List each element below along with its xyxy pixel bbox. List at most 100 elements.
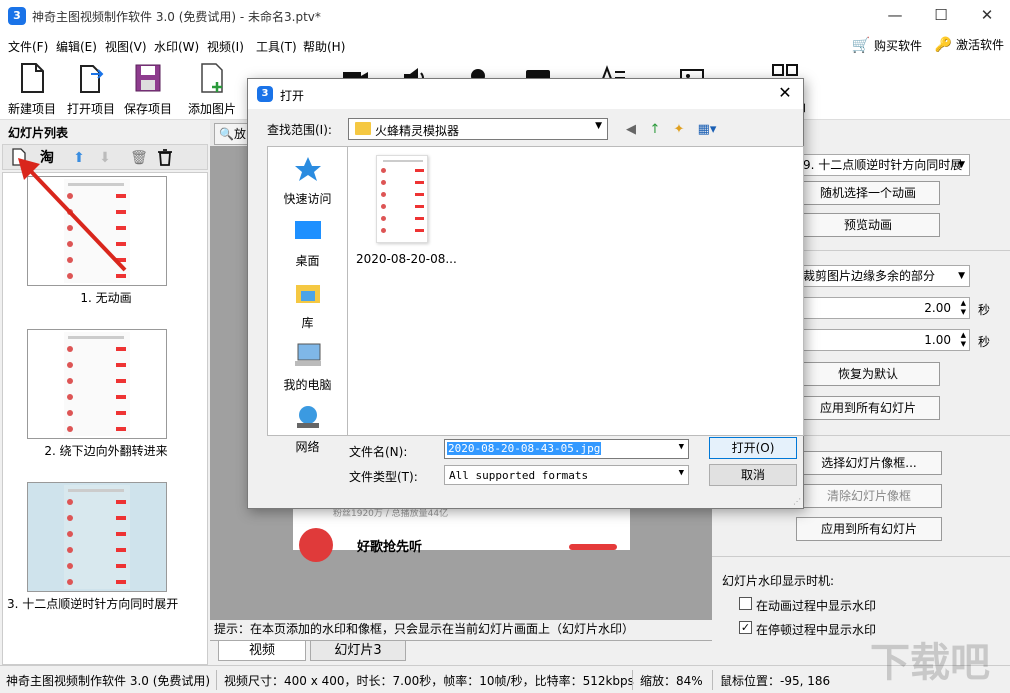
menu-edit[interactable]: 编辑(E) [56, 38, 97, 55]
place-label: 快速访问 [283, 192, 332, 206]
filetype-select[interactable]: All supported formats ▼ [444, 465, 689, 485]
spin-arrows-icon[interactable]: ▲ ▼ [961, 331, 966, 349]
open-button[interactable]: 打开(O) [709, 437, 797, 459]
back-icon[interactable]: ◀ [622, 121, 640, 139]
preview-tab-label: 放 [233, 127, 246, 141]
resize-grip-icon[interactable]: ⋰ [793, 497, 801, 506]
crop-mode-value: 裁剪图片边缘多余的部分 [803, 269, 936, 283]
add-image-button[interactable]: 添加图片 [182, 62, 242, 117]
restore-default-button[interactable]: 恢复为默认 [796, 362, 940, 386]
maximize-button[interactable]: ☐ [918, 0, 964, 32]
hint-text: 提示：在本页添加的水印和像框，只会显示在当前幻灯片画面上（幻灯片水印） [214, 622, 635, 636]
show-in-animation-label: 在动画过程中显示水印 [756, 599, 877, 613]
cancel-button[interactable]: 取消 [709, 464, 797, 486]
cart-icon: 🛒 [851, 36, 871, 54]
tab-slide3[interactable]: 幻灯片3 [310, 641, 406, 661]
duration-stepper-2[interactable]: 1.00 ▲ ▼ [798, 329, 970, 351]
star-icon [294, 157, 321, 181]
look-in-label: 查找范围(I): [267, 123, 332, 137]
activate-label: 激活软件 [955, 38, 1004, 52]
place-library[interactable]: 库 [268, 279, 347, 331]
add-image-label: 添加图片 [187, 102, 236, 116]
file-thumbnail[interactable] [376, 155, 428, 243]
slide-thumbnail-3[interactable] [27, 482, 167, 592]
open-file-dialog: 3 打开 ✕ 查找范围(I): 火蜂精灵模拟器 ▼ ◀ ↑ ✦ ▦▾ 快速访问 … [247, 78, 804, 509]
filename-input[interactable]: 2020-08-20-08-43-05.jpg ▼ [444, 439, 689, 459]
apply-all-slides-button[interactable]: 应用到所有幻灯片 [796, 396, 940, 420]
animation-select[interactable]: 9. 十二点顺逆时针方向同时展 ▼ [798, 154, 970, 176]
view-menu-icon[interactable]: ▦▾ [694, 121, 720, 139]
place-quick-access[interactable]: 快速访问 [268, 155, 347, 207]
slide-thumbnail-2[interactable] [27, 329, 167, 439]
app-icon: 3 [8, 7, 26, 25]
save-project-label: 保存项目 [123, 102, 172, 116]
place-label: 我的电脑 [283, 378, 332, 392]
menu-tools[interactable]: 工具(T) [256, 38, 297, 55]
places-bar: 快速访问 桌面 库 我的电脑 网络 [267, 146, 348, 454]
preview-red-button [569, 544, 617, 550]
close-button[interactable]: ✕ [964, 0, 1010, 32]
place-my-computer[interactable]: 我的电脑 [268, 341, 347, 393]
new-file-icon [21, 63, 44, 93]
desktop-icon [294, 221, 321, 239]
watermark-timing-label: 幻灯片水印显示时机: [722, 574, 835, 588]
menu-video[interactable]: 视频(I) [207, 38, 244, 55]
seconds-unit: 秒 [978, 303, 991, 317]
new-folder-icon[interactable]: ✦ [670, 121, 688, 139]
chevron-down-icon[interactable]: ▼ [679, 442, 684, 452]
status-video-info: 视频尺寸：400 x 400，时长：7.00秒，帧率：10帧/秒，比特率：512… [224, 674, 634, 688]
up-folder-icon[interactable]: ↑ [646, 121, 664, 139]
zoom-icon: 🔍 [219, 127, 234, 141]
menu-help[interactable]: 帮助(H) [303, 38, 345, 55]
chevron-down-icon: ▼ [678, 468, 684, 478]
delete-icon[interactable]: 🗑 [129, 148, 149, 168]
chevron-down-icon: ▼ [958, 271, 965, 281]
menu-watermark[interactable]: 水印(W) [154, 38, 199, 55]
show-in-pause-checkbox[interactable]: ✓ [739, 621, 752, 634]
seconds-unit: 秒 [978, 335, 991, 349]
chevron-down-icon: ▼ [958, 160, 965, 170]
place-label: 桌面 [295, 254, 320, 268]
open-project-label: 打开项目 [66, 102, 115, 116]
filetype-label: 文件类型(T): [349, 470, 418, 484]
title-bar: 3 神奇主图视频制作软件 3.0 (免费试用) - 未命名3.ptv* — ☐ … [0, 0, 1010, 32]
library-folder-icon [295, 285, 320, 303]
buy-software-button[interactable]: 🛒 购买软件 [851, 36, 922, 54]
preview-avatar [299, 528, 333, 562]
random-animation-button[interactable]: 随机选择一个动画 [796, 181, 940, 205]
filename-label: 文件名(N): [349, 445, 408, 459]
show-in-pause-label: 在停顿过程中显示水印 [756, 623, 877, 637]
apply-all-frames-button[interactable]: 应用到所有幻灯片 [796, 517, 942, 541]
select-frame-button[interactable]: 选择幻灯片像框... [796, 451, 942, 475]
duration-stepper-1[interactable]: 2.00 ▲ ▼ [798, 297, 970, 319]
minimize-button[interactable]: — [872, 0, 918, 32]
status-app-name: 神奇主图视频制作软件 3.0 (免费试用) [6, 674, 211, 688]
save-project-button[interactable]: 保存项目 [118, 62, 178, 117]
status-bar: 神奇主图视频制作软件 3.0 (免费试用) 视频尺寸：400 x 400，时长：… [0, 665, 1010, 693]
menu-file[interactable]: 文件(F) [8, 38, 48, 55]
place-label: 库 [301, 316, 314, 330]
clear-frame-button[interactable]: 清除幻灯片像框 [796, 484, 942, 508]
place-desktop[interactable]: 桌面 [268, 217, 347, 269]
crop-mode-select[interactable]: 裁剪图片边缘多余的部分 ▼ [798, 265, 970, 287]
delete-all-icon[interactable] [155, 148, 175, 168]
tab-video[interactable]: 视频 [218, 641, 306, 661]
spin-arrows-icon[interactable]: ▲ ▼ [961, 299, 966, 317]
key-icon: 🔑 [934, 37, 953, 53]
open-project-button[interactable]: 打开项目 [61, 62, 121, 117]
show-in-animation-checkbox[interactable] [739, 597, 752, 610]
menu-view[interactable]: 视图(V) [105, 38, 147, 55]
new-project-button[interactable]: 新建项目 [2, 62, 62, 117]
dialog-close-button[interactable]: ✕ [773, 83, 797, 102]
look-in-select[interactable]: 火蜂精灵模拟器 ▼ [348, 118, 608, 140]
chevron-down-icon: ▼ [595, 121, 602, 131]
activate-software-button[interactable]: 🔑 激活软件 [935, 36, 1004, 53]
filename-value: 2020-08-20-08-43-05.jpg [447, 442, 602, 455]
slide-thumbnail-image [64, 332, 130, 436]
place-network[interactable]: 网络 [268, 403, 347, 455]
preview-song-title: 好歌抢先听 [357, 540, 423, 555]
preview-animation-button[interactable]: 预览动画 [796, 213, 940, 237]
buy-label: 购买软件 [873, 39, 922, 53]
open-file-icon [80, 65, 104, 93]
filetype-value: All supported formats [449, 469, 589, 482]
